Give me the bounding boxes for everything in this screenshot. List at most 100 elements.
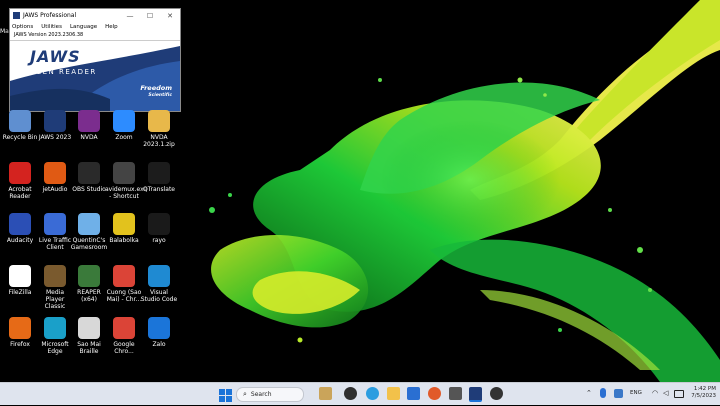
desktop-icon[interactable]: Zalo (140, 317, 178, 348)
desktop-icon[interactable]: jetAudio (36, 162, 74, 193)
close-button[interactable]: ✕ (160, 12, 180, 20)
desktop-icon-label: Acrobat Reader (8, 186, 32, 200)
desktop-icon-label: Cuong (Sao Mai) - Chr... (106, 289, 142, 303)
desktop-icon[interactable]: avidemux.exe - Shortcut (105, 162, 147, 200)
firefox-taskbar-icon[interactable] (428, 387, 441, 400)
desktop-icon-label: Recycle Bin (2, 134, 38, 141)
task-view-icon[interactable] (319, 387, 332, 400)
desktop-icon[interactable]: Visual Studio Code (140, 265, 178, 303)
desktop-icon[interactable]: Cuong (Sao Mai) - Chr... (105, 265, 143, 303)
live-traffic-icon (44, 213, 66, 235)
desktop-icon-label: Google Chro... (113, 341, 135, 355)
printer-icon (78, 317, 100, 339)
chevron-up-icon[interactable]: ⌃ (586, 389, 594, 398)
jaws-taskbar-icon[interactable] (469, 387, 482, 402)
desktop-icon[interactable]: Microsoft Edge (36, 317, 74, 355)
desktop-icon[interactable]: Media Player Classic (36, 265, 74, 310)
menu-utilities[interactable]: Utilities (41, 24, 62, 30)
obs-icon (78, 162, 100, 184)
desktop-icon-label: NVDA 2023.1.zip (143, 134, 175, 148)
reaper-icon (78, 265, 100, 287)
start-button[interactable] (219, 387, 232, 402)
desktop-icon-label: Audacity (6, 237, 34, 244)
app-taskbar-icon[interactable] (449, 387, 462, 400)
microphone-icon[interactable] (600, 388, 606, 398)
desktop-icon-label: QuentinC's Gamesroom (70, 237, 108, 251)
menu-language[interactable]: Language (70, 24, 97, 30)
clock-time: 1:42 PM (693, 386, 716, 392)
desktop-icon-label: Zoom (115, 134, 133, 141)
jetaudio-icon (44, 162, 66, 184)
battery-icon[interactable] (674, 390, 684, 398)
desktop-icon[interactable]: REAPER (x64) (70, 265, 108, 303)
gamesroom-icon (78, 213, 100, 235)
nvda-icon (78, 110, 100, 132)
jaws-window[interactable]: JAWS Professional — ☐ ✕ Options Utilitie… (9, 8, 181, 112)
recycle-bin-icon (9, 110, 31, 132)
windows-logo-icon (219, 389, 232, 402)
language-indicator[interactable]: ENG (630, 390, 642, 396)
menu-help[interactable]: Help (105, 24, 118, 30)
jaws-menu-bar: Options Utilities Language Help (10, 22, 180, 31)
desktop-icon[interactable]: FileZilla (1, 265, 39, 296)
partial-desktop-icon-label[interactable]: Ma (0, 28, 9, 35)
mpc-icon (44, 265, 66, 287)
desktop: Ma JAWS Professional — ☐ ✕ Options Utili… (0, 0, 720, 382)
mail-icon[interactable] (407, 387, 420, 400)
menu-options[interactable]: Options (12, 24, 33, 30)
desktop-icon[interactable]: JAWS 2023 (36, 110, 74, 141)
filezilla-icon (9, 265, 31, 287)
desktop-icon[interactable]: Balabolka (105, 213, 143, 244)
desktop-icon-label: rayo (152, 237, 166, 244)
desktop-icon[interactable]: NVDA (70, 110, 108, 141)
desktop-icon-label: Visual Studio Code (140, 289, 178, 303)
audacity-icon (9, 213, 31, 235)
desktop-icon-label: Balabolka (109, 237, 139, 244)
wifi-icon[interactable]: ◠ (652, 389, 660, 397)
jaws-logo: JAWS (30, 47, 81, 66)
desktop-icon[interactable]: Live Traffic Client (36, 213, 74, 251)
desktop-icon[interactable]: NVDA 2023.1.zip (140, 110, 178, 148)
minimize-button[interactable]: — (120, 12, 140, 20)
clock[interactable]: 1:42 PM 7/5/2023 (686, 386, 716, 400)
qtranslate-icon (148, 162, 170, 184)
desktop-icon[interactable]: OBS Studio (70, 162, 108, 193)
avidemux-icon (113, 162, 135, 184)
desktop-icon[interactable]: Recycle Bin (1, 110, 39, 141)
chrome-icon (113, 265, 135, 287)
acrobat-icon (9, 162, 31, 184)
volume-icon[interactable]: ◁ (663, 389, 671, 397)
desktop-icon-label: Sao Mai Braille (77, 341, 101, 355)
desktop-icon[interactable]: rayo (140, 213, 178, 244)
desktop-icon-label: Zalo (152, 341, 166, 348)
freedom-scientific-logo: Freedom Scientific (140, 84, 172, 99)
desktop-icon[interactable]: Sao Mai Braille (70, 317, 108, 355)
desktop-icon[interactable]: Acrobat Reader (1, 162, 39, 200)
zip-folder-icon (148, 110, 170, 132)
chrome-icon (113, 317, 135, 339)
jaws-banner: JAWS SCREEN READER Freedom Scientific (10, 41, 180, 111)
obs-taskbar-icon[interactable] (490, 387, 503, 400)
taskbar-search[interactable]: ⌕ Search (236, 387, 304, 402)
jaws-shark-icon (44, 110, 66, 132)
desktop-icon-label: Media Player Classic (44, 289, 66, 310)
desktop-icon[interactable]: QTranslate (140, 162, 178, 193)
search-placeholder: Search (250, 391, 272, 398)
desktop-icon[interactable]: Firefox (1, 317, 39, 348)
camera-app-icon[interactable] (344, 387, 357, 400)
clock-date: 7/5/2023 (691, 393, 716, 399)
file-explorer-icon[interactable] (387, 387, 400, 400)
maximize-button[interactable]: ☐ (140, 12, 160, 20)
tray-app-icon[interactable] (614, 389, 623, 398)
desktop-icon-label: QTranslate (143, 186, 175, 193)
desktop-icon-label: REAPER (x64) (77, 289, 101, 303)
desktop-icon-label: Firefox (10, 341, 30, 348)
desktop-icon[interactable]: Audacity (1, 213, 39, 244)
desktop-icon[interactable]: Google Chro... (105, 317, 143, 355)
desktop-icon-label: OBS Studio (72, 186, 106, 193)
desktop-icon[interactable]: Zoom (105, 110, 143, 141)
desktop-icon[interactable]: QuentinC's Gamesroom (70, 213, 108, 251)
jaws-title-bar[interactable]: JAWS Professional — ☐ ✕ (10, 9, 180, 22)
edge-taskbar-icon[interactable] (366, 387, 379, 400)
zalo-icon (148, 317, 170, 339)
